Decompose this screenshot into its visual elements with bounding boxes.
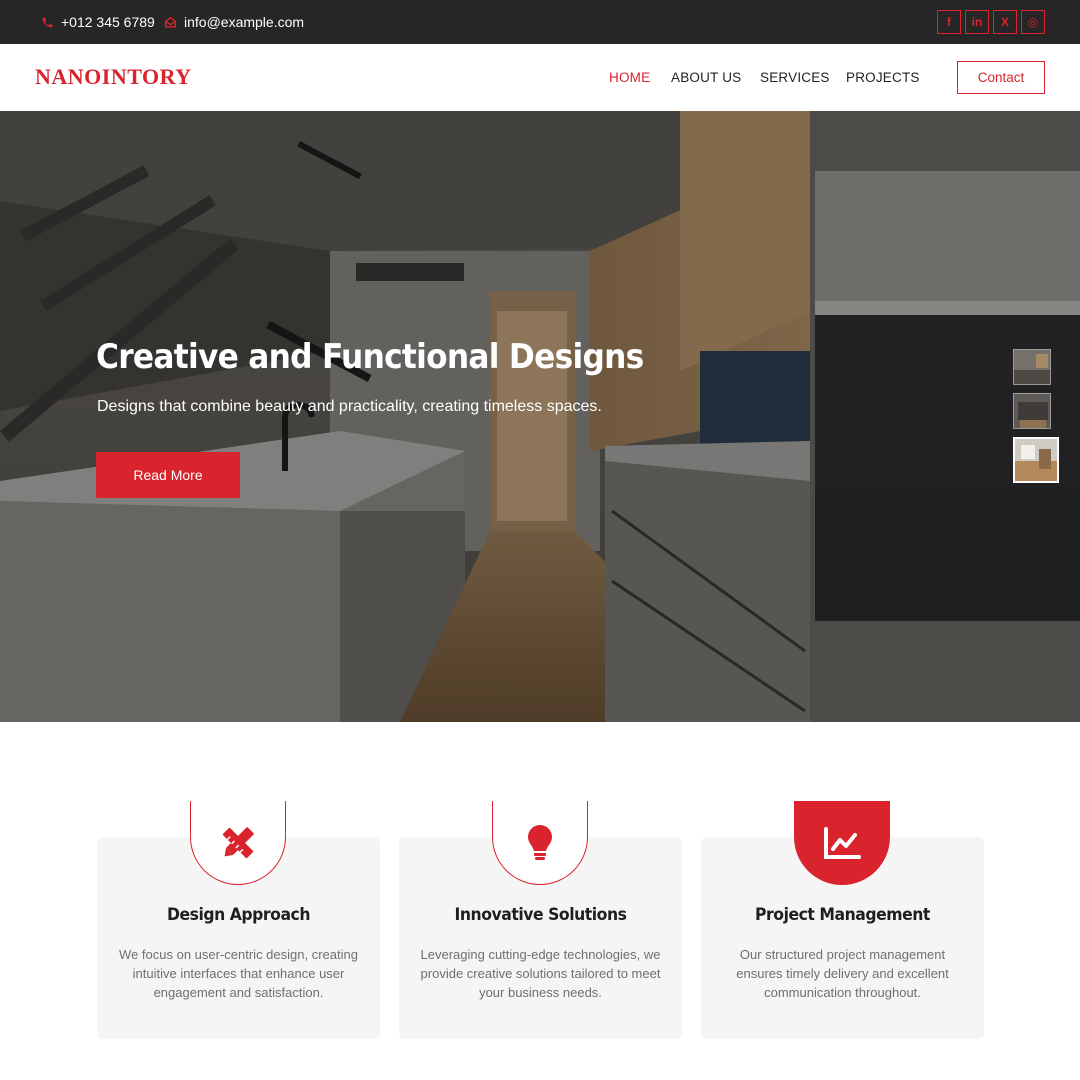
feature-card-design-approach: Design Approach We focus on user-centric…	[97, 801, 380, 1039]
contact-button[interactable]: Contact	[957, 61, 1045, 94]
feature-icon-badge	[190, 801, 286, 885]
email-contact[interactable]: info@example.com	[164, 0, 304, 44]
phone-contact[interactable]: +012 345 6789	[41, 0, 155, 44]
x-icon[interactable]: X	[993, 10, 1017, 34]
feature-title: Innovative Solutions	[454, 905, 627, 925]
social-links: f in X ◎	[937, 10, 1045, 34]
feature-title: Project Management	[755, 905, 930, 925]
instagram-icon[interactable]: ◎	[1021, 10, 1045, 34]
nav-link-about-us[interactable]: ABOUT US	[671, 70, 741, 85]
hero-section: Creative and Functional Designs Designs …	[0, 111, 1080, 722]
feature-description: Our structured project management ensure…	[736, 947, 949, 1000]
feature-description: We focus on user-centric design, creatin…	[119, 947, 358, 1000]
linkedin-icon[interactable]: in	[965, 10, 989, 34]
hero-thumbnail-2[interactable]	[1013, 393, 1051, 429]
hero-subtitle: Designs that combine beauty and practica…	[97, 398, 602, 415]
nav-link-home[interactable]: HOME	[609, 70, 650, 85]
lightbulb-icon	[528, 824, 552, 860]
feature-icon-badge	[492, 801, 588, 885]
hero-thumbnails	[1013, 349, 1059, 483]
phone-icon	[42, 17, 53, 27]
read-more-button[interactable]: Read More	[96, 452, 240, 498]
feature-title: Design Approach	[166, 905, 311, 925]
phone-number: +012 345 6789	[61, 14, 155, 30]
nav-link-projects[interactable]: PROJECTS	[846, 70, 920, 85]
hero-thumbnail-3[interactable]	[1013, 437, 1059, 483]
feature-card-innovative-solutions: Innovative Solutions Leveraging cutting-…	[399, 801, 682, 1039]
feature-icon-badge	[794, 801, 890, 885]
hero-overlay	[0, 111, 1080, 722]
pencil-ruler-icon	[222, 826, 254, 858]
facebook-icon[interactable]: f	[937, 10, 961, 34]
chart-line-icon	[824, 827, 861, 859]
envelope-open-icon	[164, 16, 177, 28]
hero-title: Creative and Functional Designs	[96, 337, 644, 377]
email-address: info@example.com	[184, 14, 305, 30]
hero-thumbnail-1[interactable]	[1013, 349, 1051, 385]
feature-card-project-management: Project Management Our structured projec…	[701, 801, 984, 1039]
site-logo[interactable]: NANOINTORY	[35, 64, 192, 90]
top-bar: +012 345 6789 info@example.com f in X ◎	[0, 0, 1080, 44]
feature-description: Leveraging cutting-edge technologies, we…	[420, 947, 661, 1000]
nav-link-services[interactable]: SERVICES	[760, 70, 830, 85]
navbar: NANOINTORY HOME ABOUT US SERVICES PROJEC…	[0, 44, 1080, 111]
features-section: Design Approach We focus on user-centric…	[0, 722, 1080, 1080]
